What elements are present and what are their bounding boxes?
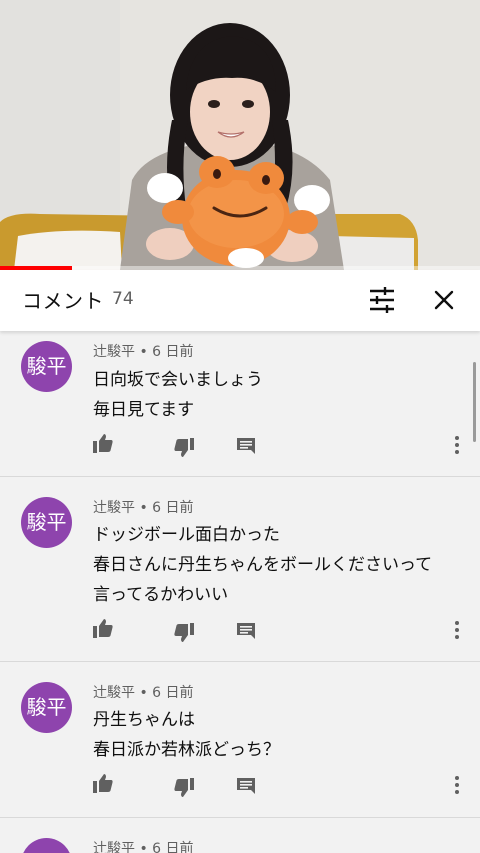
comments-title: コメント bbox=[22, 289, 104, 313]
close-comments-button[interactable] bbox=[428, 284, 460, 316]
more-options-button[interactable] bbox=[446, 774, 468, 796]
comment-icon bbox=[237, 778, 255, 794]
sort-filter-button[interactable] bbox=[366, 284, 398, 316]
close-icon bbox=[434, 290, 454, 310]
video-frame-illustration bbox=[0, 0, 480, 270]
comment-text-line: 丹生ちゃんは bbox=[93, 710, 195, 730]
more-vert-icon bbox=[455, 776, 459, 794]
thumb-up-icon bbox=[93, 434, 113, 453]
more-options-button[interactable] bbox=[446, 434, 468, 456]
avatar[interactable]: 駿平 bbox=[21, 838, 72, 853]
thumb-up-icon bbox=[93, 774, 113, 793]
reply-button[interactable] bbox=[235, 620, 257, 642]
comment-item: 駿平 辻駿平 • 6 日前 丹生ちゃんは 春日派か若林派どっち？ bbox=[0, 662, 480, 818]
more-options-button[interactable] bbox=[446, 619, 468, 641]
dislike-button[interactable] bbox=[173, 777, 195, 799]
dislike-button[interactable] bbox=[173, 622, 195, 644]
comment-text-line: 春日派か若林派どっち？ bbox=[93, 740, 280, 760]
comment-author-meta: 辻駿平 • 6 日前 bbox=[93, 841, 194, 853]
comment-item: 駿平 辻駿平 • 6 日前 日向坂で会いましょう 毎日見てます bbox=[0, 331, 480, 477]
avatar[interactable]: 駿平 bbox=[21, 341, 72, 392]
comment-item: 駿平 辻駿平 • 6 日前 ドッジボール面白かった 春日さんに丹生ちゃんをボール… bbox=[0, 477, 480, 662]
like-button[interactable] bbox=[92, 772, 114, 794]
comment-text-line: 言ってるかわいい bbox=[93, 585, 229, 605]
comment-author-meta: 辻駿平 • 6 日前 bbox=[93, 344, 194, 360]
more-vert-icon bbox=[455, 436, 459, 454]
avatar[interactable]: 駿平 bbox=[21, 682, 72, 733]
comment-text-line: ドッジボール面白かった bbox=[93, 525, 280, 545]
comment-text-line: 毎日見てます bbox=[93, 400, 195, 420]
comment-icon bbox=[237, 623, 255, 639]
comments-scrollbar[interactable] bbox=[473, 362, 476, 442]
comment-text-line: 日向坂で会いましょう bbox=[93, 370, 263, 390]
video-player[interactable] bbox=[0, 0, 480, 270]
comment-author-meta: 辻駿平 • 6 日前 bbox=[93, 685, 194, 701]
comment-icon bbox=[237, 438, 255, 454]
comment-item: 駿平 辻駿平 • 6 日前 bbox=[0, 818, 480, 853]
thumb-down-icon bbox=[174, 623, 194, 642]
more-vert-icon bbox=[455, 621, 459, 639]
dislike-button[interactable] bbox=[173, 437, 195, 459]
comments-list: 駿平 辻駿平 • 6 日前 日向坂で会いましょう 毎日見てます 駿平 辻駿平 •… bbox=[0, 331, 480, 853]
reply-button[interactable] bbox=[235, 435, 257, 457]
comments-count: 74 bbox=[112, 289, 134, 309]
thumb-down-icon bbox=[174, 778, 194, 797]
like-button[interactable] bbox=[92, 432, 114, 454]
comment-text-line: 春日さんに丹生ちゃんをボールくださいって bbox=[93, 555, 433, 575]
like-button[interactable] bbox=[92, 617, 114, 639]
thumb-up-icon bbox=[93, 619, 113, 638]
avatar[interactable]: 駿平 bbox=[21, 497, 72, 548]
reply-button[interactable] bbox=[235, 775, 257, 797]
comments-header: コメント 74 bbox=[0, 270, 480, 331]
comment-author-meta: 辻駿平 • 6 日前 bbox=[93, 500, 194, 516]
tune-icon bbox=[370, 287, 394, 313]
thumb-down-icon bbox=[174, 438, 194, 457]
